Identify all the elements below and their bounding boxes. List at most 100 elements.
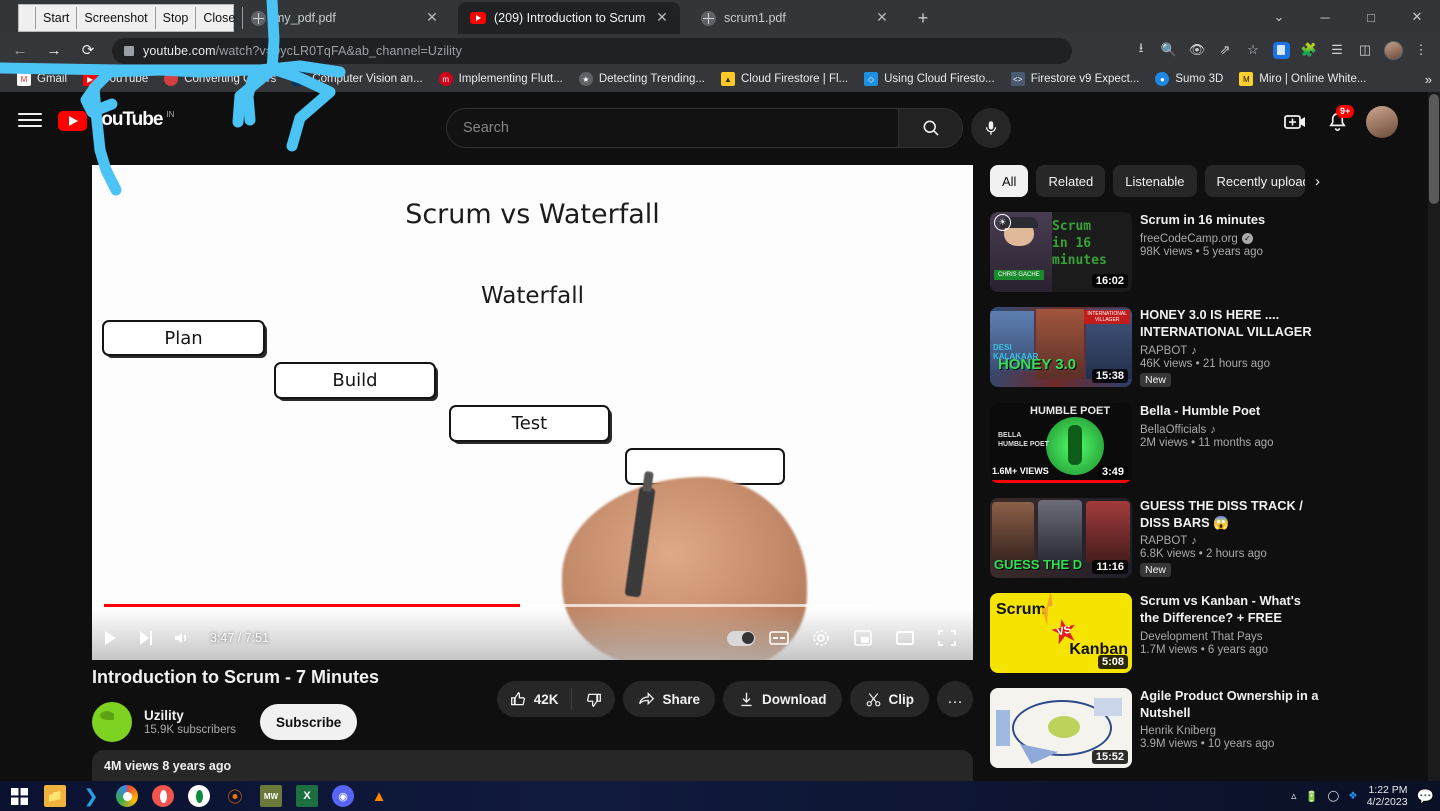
recorder-close-button[interactable]: Close — [195, 7, 244, 29]
taskbar-clock[interactable]: 1:22 PM 4/2/2023 — [1367, 784, 1408, 808]
description-box[interactable]: 4M views 8 years ago — [92, 750, 973, 781]
battery-icon[interactable]: 🔋 — [1305, 790, 1318, 803]
recorder-stop-button[interactable]: Stop — [154, 7, 197, 29]
excel-icon[interactable]: X — [296, 785, 318, 807]
mw-game-icon[interactable]: MW — [260, 785, 282, 807]
minimize-icon[interactable]: ─ — [1302, 0, 1348, 34]
volume-icon[interactable] — [164, 620, 200, 656]
opera-gx-icon[interactable] — [188, 785, 210, 807]
list-item[interactable]: HUMBLE POET BELLA HUMBLE POET 1.6M+ VIEWS… — [990, 403, 1320, 483]
address-bar[interactable]: youtube.com/watch?v=9ycLR0TqFA&ab_channe… — [112, 38, 1072, 64]
discord-icon[interactable]: ◉ — [332, 785, 354, 807]
close-icon[interactable]: ✕ — [424, 10, 440, 26]
reload-icon[interactable]: ⟳ — [74, 36, 102, 64]
search-button[interactable] — [899, 108, 963, 148]
list-item[interactable]: 15:52 Agile Product Ownership in a Nutsh… — [990, 688, 1320, 768]
file-explorer-icon[interactable]: 📁 — [44, 785, 66, 807]
youtube-logo[interactable]: YouTube IN — [58, 109, 174, 131]
side-panel-icon[interactable]: ◫ — [1352, 37, 1378, 63]
video-thumbnail[interactable]: GUESS THE D 11:16 — [990, 498, 1132, 578]
forward-icon[interactable]: → — [40, 36, 68, 64]
bookmark-cloud-firestore[interactable]: ▲ Cloud Firestore | Fl... — [714, 69, 855, 89]
clip-button[interactable]: Clip — [849, 681, 929, 717]
windows-start-icon[interactable] — [8, 785, 30, 807]
bookmark-converting-colors[interactable]: Converting Colors — [157, 69, 283, 89]
theater-mode-icon[interactable] — [887, 620, 923, 656]
bookmark-star-icon[interactable]: ☆ — [1240, 37, 1266, 63]
install-icon[interactable]: ⭳ — [1128, 37, 1154, 63]
bluetooth-icon[interactable]: ❖ — [1348, 790, 1357, 802]
profile-avatar[interactable] — [1380, 37, 1406, 63]
bookmark-using-cloud-firestore[interactable]: ◇ Using Cloud Firesto... — [857, 69, 1002, 89]
recorder-start-button[interactable]: Start — [35, 7, 78, 29]
autoplay-toggle[interactable] — [727, 630, 755, 646]
recorder-screenshot-button[interactable]: Screenshot — [76, 7, 156, 29]
browser-tab-2-active[interactable]: (209) Introduction to Scrum - 7 M ✕ — [458, 2, 680, 34]
site-info-icon[interactable] — [124, 46, 134, 56]
bookmark-youtube[interactable]: ▶ YouTube — [76, 69, 155, 89]
close-icon[interactable]: ✕ — [874, 10, 890, 26]
chip-listenable[interactable]: Listenable — [1113, 165, 1197, 197]
chevron-right-icon[interactable]: › — [1313, 173, 1320, 190]
video-thumbnail[interactable]: HUMBLE POET BELLA HUMBLE POET 1.6M+ VIEWS… — [990, 403, 1132, 483]
account-avatar[interactable] — [1366, 106, 1398, 138]
back-icon[interactable]: ← — [6, 36, 34, 64]
list-item[interactable]: GUESS THE D 11:16 GUESS THE DISS TRACK /… — [990, 498, 1320, 578]
show-hidden-icons[interactable]: ▵ — [1291, 790, 1296, 802]
next-video-icon[interactable] — [128, 620, 164, 656]
miniplayer-icon[interactable] — [845, 620, 881, 656]
zoom-out-icon[interactable]: 🔍 — [1156, 37, 1182, 63]
close-icon[interactable]: ✕ — [654, 10, 670, 26]
video-thumbnail[interactable]: INTERNATIONAL VILLAGER DESI KALAKAAR HONEY… — [990, 307, 1132, 387]
list-item[interactable]: Scrum VS Kanban 5:08 Scrum vs Kanban - W… — [990, 593, 1320, 673]
chip-related[interactable]: Related — [1036, 165, 1106, 197]
bookmark-miro[interactable]: M Miro | Online White... — [1232, 69, 1373, 89]
share-icon[interactable]: ⇗ — [1212, 37, 1238, 63]
video-channel[interactable]: RAPBOT ♪ — [1140, 535, 1320, 547]
channel-avatar[interactable] — [92, 702, 132, 742]
browser-tab-1[interactable]: my_pdf.pdf ✕ — [238, 2, 450, 34]
chip-all[interactable]: All — [990, 165, 1029, 197]
video-channel[interactable]: Development That Pays — [1140, 631, 1320, 643]
fullscreen-icon[interactable] — [929, 620, 965, 656]
list-item[interactable]: INTERNATIONAL VILLAGER DESI KALAKAAR HONEY… — [990, 307, 1320, 388]
chip-recently-uploaded[interactable]: Recently uploaded — [1204, 165, 1305, 197]
close-icon[interactable]: ✕ — [1394, 0, 1440, 34]
bookmark-firestore-v9[interactable]: <> Firestore v9 Expect... — [1004, 69, 1147, 89]
action-center-icon[interactable]: 💬 — [1417, 788, 1434, 805]
screen-recorder-toolbar[interactable]: Start Screenshot Stop Close — [18, 4, 244, 32]
video-channel[interactable]: freeCodeCamp.org ✓ — [1140, 233, 1320, 245]
create-video-icon[interactable] — [1282, 109, 1308, 135]
dislike-button[interactable] — [572, 681, 615, 717]
bookmark-implementing-flutter[interactable]: m Implementing Flutt... — [432, 69, 570, 89]
scrollbar-thumb[interactable] — [1429, 94, 1439, 204]
video-thumbnail[interactable]: 15:52 — [990, 688, 1132, 768]
channel-name[interactable]: Uzility — [144, 708, 236, 723]
like-button[interactable]: 42K — [497, 681, 572, 717]
subscribe-button[interactable]: Subscribe — [260, 704, 358, 740]
new-tab-button[interactable]: + — [912, 8, 934, 30]
opera-icon[interactable] — [152, 785, 174, 807]
notifications-bell-icon[interactable]: 9+ — [1324, 105, 1355, 135]
video-channel[interactable]: RAPBOT ♪ — [1140, 345, 1320, 357]
maximize-icon[interactable]: □ — [1348, 0, 1394, 34]
share-button[interactable]: Share — [623, 681, 715, 717]
blender-icon[interactable]: ⦿ — [224, 785, 246, 807]
video-thumbnail[interactable]: Scrum VS Kanban 5:08 — [990, 593, 1132, 673]
more-actions-button[interactable]: … — [937, 681, 973, 717]
vscode-icon[interactable]: ❯ — [80, 785, 102, 807]
voice-search-button[interactable] — [971, 108, 1011, 148]
chevron-down-icon[interactable]: ⌄ — [1256, 0, 1302, 34]
eye-off-icon[interactable]: 👁 — [1184, 37, 1210, 63]
puzzle-icon[interactable]: 🧩 — [1296, 37, 1322, 63]
progress-bar[interactable] — [104, 604, 961, 607]
bookmarks-overflow-icon[interactable]: » — [1425, 72, 1432, 87]
page-scrollbar[interactable]: ▲ — [1428, 92, 1440, 781]
video-thumbnail[interactable]: ☀ Scrum in 16 minutes CHRIS GACHE 16:02 — [990, 212, 1132, 292]
vlc-icon[interactable]: ▲ — [368, 785, 390, 807]
browser-tab-3[interactable]: scrum1.pdf ✕ — [688, 2, 900, 34]
chrome-menu-icon[interactable]: ⋮ — [1408, 37, 1434, 63]
play-icon[interactable] — [92, 620, 128, 656]
hamburger-menu-icon[interactable] — [18, 108, 42, 132]
bookmark-gmail[interactable]: M Gmail — [10, 69, 74, 89]
